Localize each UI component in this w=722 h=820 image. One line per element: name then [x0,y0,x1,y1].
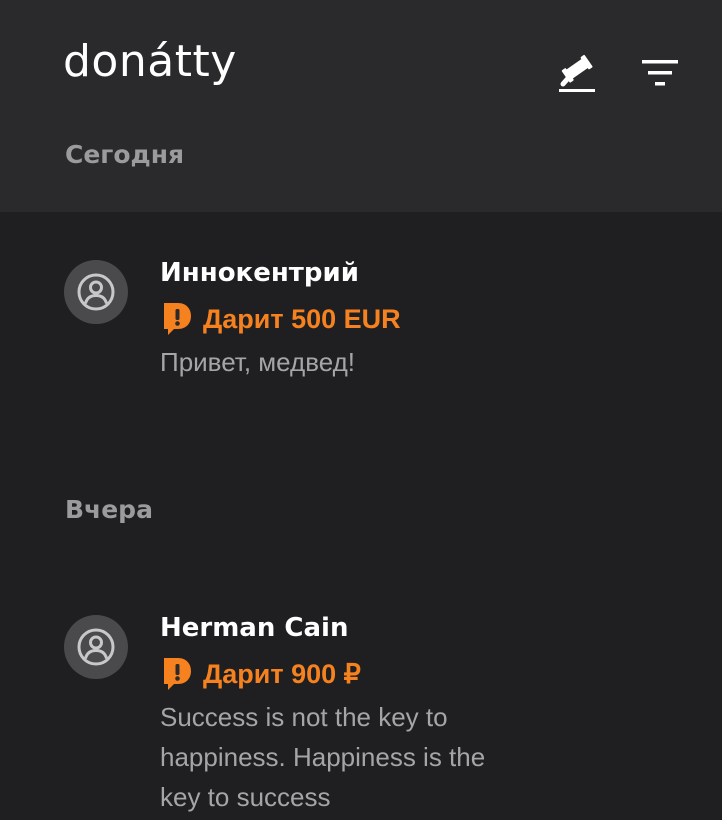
app-header: donátty Сегодня [0,0,722,212]
donor-name: Herman Cain [160,613,349,643]
section-title-today: Сегодня [65,140,185,169]
app-logo[interactable]: donátty [63,40,237,84]
donation-body: Иннокентрий Дарит 500 EUR Привет, медвед… [160,258,590,382]
avatar [64,615,128,679]
donation-body: Herman Cain Дарит 900 ₽ Success is not t… [160,613,590,817]
user-avatar-icon [77,628,115,666]
donation-amount: Дарит 900 ₽ [203,658,361,689]
avatar [64,260,128,324]
user-avatar-icon [77,273,115,311]
donation-message: Success is not the key to happiness. Hap… [160,702,486,812]
auction-button[interactable] [556,54,598,94]
section-title-yesterday: Вчера [65,495,153,524]
donationalerts-icon [164,303,191,335]
filter-button[interactable] [638,56,682,90]
donationalerts-icon [164,658,191,690]
donation-amount-row: Дарит 900 ₽ [160,655,590,693]
auction-gavel-icon [559,54,595,92]
donation-message: Привет, медвед! [160,347,355,377]
donor-name: Иннокентрий [160,258,359,288]
donation-amount-row: Дарит 500 EUR [160,300,590,338]
donation-amount: Дарит 500 EUR [203,303,401,334]
filter-icon [642,60,678,86]
